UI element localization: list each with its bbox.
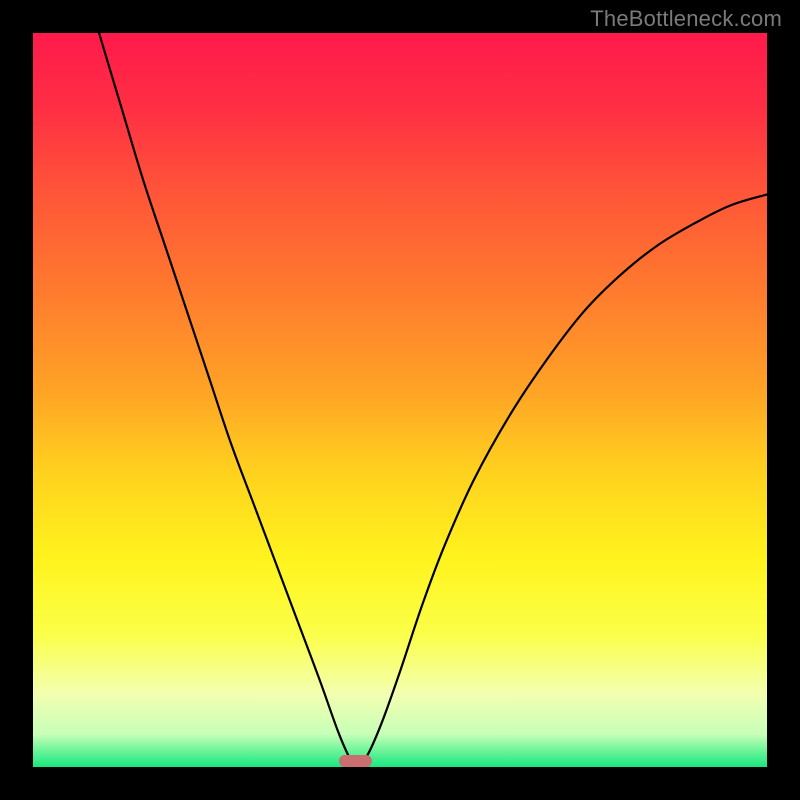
curve-right-branch xyxy=(356,194,767,767)
optimal-point-marker xyxy=(339,755,372,767)
plot-area xyxy=(33,33,767,767)
bottleneck-curve xyxy=(33,33,767,767)
watermark-text: TheBottleneck.com xyxy=(590,6,782,32)
curve-left-branch xyxy=(99,33,356,767)
chart-frame: TheBottleneck.com xyxy=(0,0,800,800)
